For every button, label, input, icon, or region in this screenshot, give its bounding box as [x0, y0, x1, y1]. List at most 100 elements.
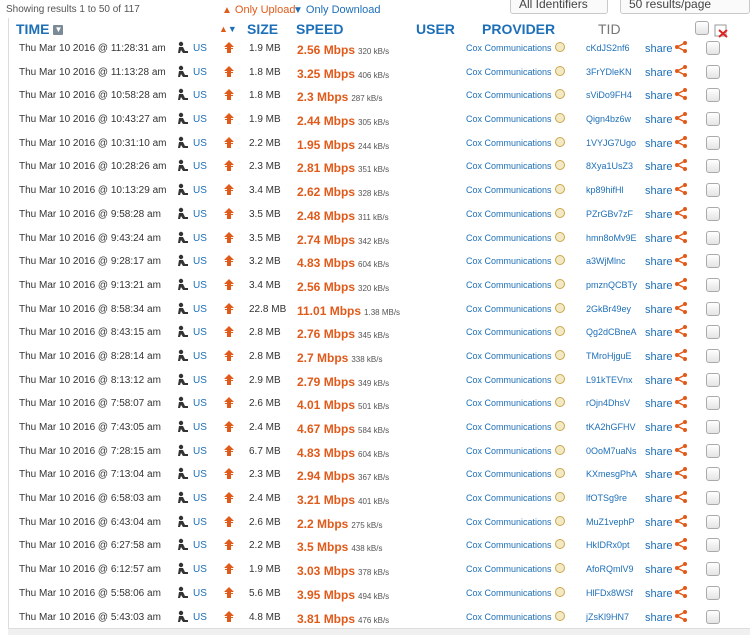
provider-info-icon[interactable]	[555, 89, 565, 100]
row-checkbox[interactable]	[706, 491, 720, 506]
share-icon[interactable]	[675, 183, 687, 196]
share-icon[interactable]	[675, 301, 687, 314]
provider-link[interactable]: Cox Communications	[466, 280, 552, 290]
tid-link[interactable]: L91kTEVnx	[586, 375, 633, 385]
share-icon[interactable]	[675, 467, 687, 480]
share-icon[interactable]	[675, 420, 687, 432]
provider-info-icon[interactable]	[555, 136, 565, 147]
provider-link[interactable]: Cox Communications	[466, 138, 552, 148]
provider-link[interactable]: Cox Communications	[466, 90, 552, 100]
provider-link[interactable]: Cox Communications	[466, 209, 552, 219]
only-upload-filter[interactable]: ▲ Only Upload	[222, 4, 295, 16]
row-checkbox[interactable]	[706, 443, 720, 458]
provider-link[interactable]: Cox Communications	[466, 493, 552, 503]
provider-info-icon[interactable]	[555, 515, 565, 526]
row-checkbox[interactable]	[706, 420, 720, 434]
share-link[interactable]: share	[645, 67, 673, 79]
provider-link[interactable]: Cox Communications	[466, 612, 552, 622]
share-link[interactable]: share	[645, 517, 673, 529]
identifier-select[interactable]: All Identifiers	[510, 0, 608, 14]
share-link[interactable]: share	[645, 43, 673, 55]
provider-info-icon[interactable]	[555, 492, 565, 503]
provider-info-icon[interactable]	[555, 207, 565, 218]
tid-link[interactable]: tKA2hGFHV	[586, 422, 636, 432]
share-link[interactable]: share	[645, 469, 673, 481]
size-column-header[interactable]: SIZE	[247, 21, 278, 37]
provider-link[interactable]: Cox Communications	[466, 564, 552, 574]
share-link[interactable]: share	[645, 351, 673, 363]
only-download-filter[interactable]: ▼ Only Download	[293, 4, 381, 16]
row-checkbox[interactable]	[706, 230, 720, 245]
tid-link[interactable]: Qg2dCBneA	[586, 327, 637, 337]
tid-link[interactable]: kp89hifHl	[586, 185, 624, 195]
tid-link[interactable]: pmznQCBTy	[586, 280, 637, 290]
provider-column-header[interactable]: PROVIDER	[482, 21, 555, 37]
tid-link[interactable]: HkIDRx0pt	[586, 540, 630, 550]
delete-selected-icon[interactable]	[714, 24, 728, 38]
share-icon[interactable]	[675, 135, 687, 148]
share-link[interactable]: share	[645, 564, 673, 576]
row-checkbox[interactable]	[706, 562, 720, 577]
provider-info-icon[interactable]	[555, 326, 565, 337]
provider-info-icon[interactable]	[555, 421, 565, 431]
provider-link[interactable]: Cox Communications	[466, 304, 552, 314]
share-icon[interactable]	[675, 112, 687, 125]
row-checkbox[interactable]	[706, 609, 720, 624]
provider-link[interactable]: Cox Communications	[466, 375, 552, 385]
provider-info-icon[interactable]	[555, 610, 565, 621]
provider-link[interactable]: Cox Communications	[466, 517, 552, 527]
share-link[interactable]: share	[645, 185, 673, 197]
provider-link[interactable]: Cox Communications	[466, 540, 552, 550]
row-checkbox[interactable]	[706, 538, 720, 553]
provider-link[interactable]: Cox Communications	[466, 446, 552, 456]
share-link[interactable]: share	[645, 233, 673, 245]
tid-link[interactable]: MuZ1vephP	[586, 517, 635, 527]
share-icon[interactable]	[675, 159, 687, 172]
provider-link[interactable]: Cox Communications	[466, 327, 552, 337]
provider-link[interactable]: Cox Communications	[466, 67, 552, 77]
share-icon[interactable]	[675, 41, 687, 53]
tid-link[interactable]: KXmesgPhA	[586, 469, 637, 479]
row-checkbox[interactable]	[706, 183, 720, 198]
share-icon[interactable]	[675, 514, 687, 527]
results-per-page-select[interactable]: 50 results/page	[620, 0, 750, 14]
row-checkbox[interactable]	[706, 41, 720, 55]
share-link[interactable]: share	[645, 375, 673, 387]
share-icon[interactable]	[675, 585, 687, 598]
provider-link[interactable]: Cox Communications	[466, 233, 552, 243]
share-link[interactable]: share	[645, 90, 673, 102]
provider-info-icon[interactable]	[555, 231, 565, 242]
share-icon[interactable]	[675, 254, 687, 267]
share-link[interactable]: share	[645, 588, 673, 600]
share-link[interactable]: share	[645, 422, 673, 434]
provider-link[interactable]: Cox Communications	[466, 398, 552, 408]
provider-info-icon[interactable]	[555, 278, 565, 289]
share-icon[interactable]	[675, 206, 687, 219]
row-checkbox[interactable]	[706, 348, 720, 363]
tid-link[interactable]: jZsKl9HN7	[586, 612, 629, 622]
provider-info-icon[interactable]	[555, 160, 565, 171]
row-checkbox[interactable]	[706, 325, 720, 340]
provider-info-icon[interactable]	[555, 113, 565, 124]
share-link[interactable]: share	[645, 398, 673, 410]
share-icon[interactable]	[675, 348, 687, 361]
tid-link[interactable]: a3WjMlnc	[586, 256, 626, 266]
row-checkbox[interactable]	[706, 88, 720, 103]
row-checkbox[interactable]	[706, 112, 720, 127]
sort-direction-toggle[interactable]: ▲▼	[219, 24, 237, 34]
provider-link[interactable]: Cox Communications	[466, 351, 552, 361]
provider-info-icon[interactable]	[555, 539, 565, 550]
tid-link[interactable]: 1VYJG7Ugo	[586, 138, 636, 148]
tid-link[interactable]: TMroHjguE	[586, 351, 632, 361]
share-link[interactable]: share	[645, 209, 673, 221]
provider-info-icon[interactable]	[555, 42, 565, 52]
row-checkbox[interactable]	[706, 301, 720, 316]
row-checkbox[interactable]	[706, 514, 720, 529]
tid-link[interactable]: lfOTSg9re	[586, 493, 627, 503]
provider-info-icon[interactable]	[555, 586, 565, 597]
provider-link[interactable]: Cox Communications	[466, 114, 552, 124]
provider-info-icon[interactable]	[555, 255, 565, 266]
row-checkbox[interactable]	[706, 206, 720, 221]
tid-link[interactable]: hmn8oMv9E	[586, 233, 637, 243]
provider-link[interactable]: Cox Communications	[466, 588, 552, 598]
